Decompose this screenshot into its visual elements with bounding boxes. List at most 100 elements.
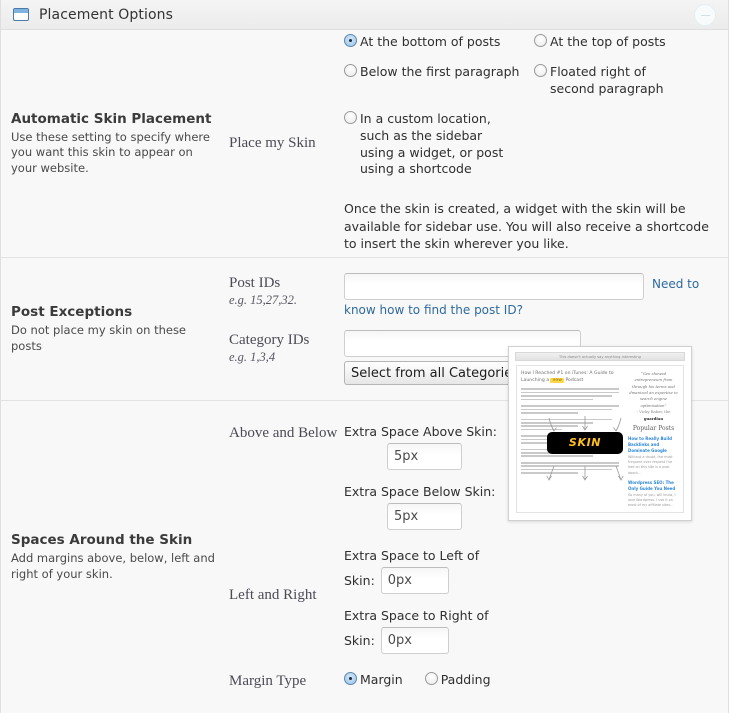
post-id-help-link-part1[interactable]: Need to xyxy=(652,277,726,291)
skin-placement-preview-image: This doesn't actually say anything inter… xyxy=(508,345,692,521)
radio-margin[interactable]: Margin xyxy=(344,671,403,689)
placement-body: Use these setting to specify where you w… xyxy=(11,129,210,175)
section-spaces-around-skin: Spaces Around the Skin Add margins above… xyxy=(1,345,728,713)
preview-quote-text: “Gen showed entrepreneurs from through h… xyxy=(629,370,678,408)
placement-note: Once the skin is created, a widget with … xyxy=(344,201,709,252)
preview-paragraph xyxy=(521,405,624,414)
extra-space-right-label2: Skin: xyxy=(344,632,375,648)
extra-space-right-label: Extra Space to Right of xyxy=(344,607,489,623)
section-automatic-skin-placement: Automatic Skin Placement Use these setti… xyxy=(1,30,728,258)
spaces-description: Spaces Around the Skin Add margins above… xyxy=(1,532,229,582)
left-right-fields: Extra Space to Left of Skin: Extra Space… xyxy=(344,548,504,654)
preview-post-item: Wordpress SEO: The Only Guide You Need S… xyxy=(628,480,679,508)
radio-floated-right-second-paragraph[interactable]: Floated right of second paragraph xyxy=(534,64,684,98)
page-title: Placement Options xyxy=(39,6,174,23)
radio-icon[interactable] xyxy=(344,34,357,48)
radio-icon[interactable] xyxy=(424,671,438,685)
preview-article-column: How I Reached #1 on iTunes: A Guide to L… xyxy=(521,371,628,507)
preview-paragraph xyxy=(521,388,624,401)
left-right-row: Left and Right Extra Space to Left of Sk… xyxy=(229,548,504,654)
placement-options-fields: At the bottom of posts At the top of pos… xyxy=(344,34,728,253)
radio-at-top-of-posts[interactable]: At the top of posts xyxy=(534,34,724,51)
extra-space-left-label: Extra Space to Left of xyxy=(344,547,480,563)
preview-quote-brand: guardian xyxy=(643,415,664,421)
radio-label: Below the first paragraph xyxy=(360,64,520,80)
exceptions-title: Post Exceptions xyxy=(11,303,133,320)
radio-custom-location[interactable]: In a custom location, such as the sideba… xyxy=(344,110,519,179)
extra-space-above-label: Extra Space Above Skin: xyxy=(344,423,498,439)
preview-headline-rest: Podcast xyxy=(565,377,584,383)
preview-topbar: This doesn't actually say anything inter… xyxy=(515,351,685,361)
spaces-body: Add margins above, below, left and right… xyxy=(11,550,215,581)
extra-space-left-row: Skin: xyxy=(344,566,504,594)
minus-circle-icon[interactable] xyxy=(694,4,716,26)
margin-type-row: Margin Type Margin Padding xyxy=(229,671,504,691)
post-id-help-link-part2[interactable]: know how to find the post ID? xyxy=(344,303,523,317)
spaces-controls: Above and Below Extra Space Above Skin: … xyxy=(229,424,504,691)
radio-icon[interactable] xyxy=(344,671,357,685)
preview-post-title: Wordpress SEO: The Only Guide You Need xyxy=(628,479,676,491)
preview-post-title: The Highest Converting Facebook Page Pos… xyxy=(628,512,679,513)
radio-icon[interactable] xyxy=(534,64,547,78)
radio-icon[interactable] xyxy=(534,34,547,48)
place-my-skin-label: Place my Skin xyxy=(229,135,316,151)
radio-label: Margin xyxy=(360,671,403,687)
radio-label: At the top of posts xyxy=(550,34,666,50)
left-right-label: Left and Right xyxy=(229,586,317,603)
placement-options-panel: Placement Options Automatic Skin Placeme… xyxy=(0,0,729,713)
extra-space-right-input[interactable] xyxy=(380,626,449,654)
extra-space-below-label: Extra Space Below Skin: xyxy=(344,483,496,499)
radio-label: At the bottom of posts xyxy=(360,34,501,50)
preview-headline-tag: new xyxy=(550,377,564,383)
preview-skin-block: SKIN xyxy=(547,431,623,454)
margin-type-options: Margin Padding xyxy=(344,671,491,689)
spaces-title: Spaces Around the Skin xyxy=(11,531,193,548)
extra-space-below-input[interactable] xyxy=(387,502,462,530)
window-icon xyxy=(13,8,29,21)
preview-post-title: How to Really Build Backlinks and Domina… xyxy=(628,436,672,454)
preview-popular-posts-title: Popular Posts xyxy=(632,425,675,433)
post-ids-input[interactable] xyxy=(344,273,644,300)
radio-label: In a custom location, such as the sideba… xyxy=(360,110,504,177)
radio-label: Floated right of second paragraph xyxy=(550,64,664,96)
category-ids-label: Category IDs xyxy=(229,332,310,348)
preview-post-item: The Highest Converting Facebook Page Pos… xyxy=(628,512,679,513)
radio-padding[interactable]: Padding xyxy=(424,671,491,689)
above-below-label: Above and Below xyxy=(229,424,338,441)
radio-label: Padding xyxy=(440,671,491,687)
extra-space-left-label2: Skin: xyxy=(344,572,375,588)
exceptions-description: Post Exceptions Do not place my skin on … xyxy=(1,304,229,354)
preview-headline: How I Reached #1 on iTunes: A Guide to L… xyxy=(521,371,624,385)
preview-quote-source: - Vicky Baker, the guardian xyxy=(628,409,679,422)
category-ids-example: e.g. 1,3,4 xyxy=(229,350,276,364)
placement-title: Automatic Skin Placement xyxy=(11,110,212,127)
exceptions-body: Do not place my skin on these posts xyxy=(11,322,187,353)
placement-description: Automatic Skin Placement Use these setti… xyxy=(1,111,229,177)
category-ids-label-group: Category IDs e.g. 1,3,4 xyxy=(229,330,344,365)
radio-below-first-paragraph[interactable]: Below the first paragraph xyxy=(344,64,534,98)
above-below-row: Above and Below Extra Space Above Skin: … xyxy=(229,424,504,530)
post-ids-row: Post IDs e.g. 15,27,32. Need to know how… xyxy=(229,273,728,317)
preview-quote: “Gen showed entrepreneurs from through h… xyxy=(628,371,679,423)
radio-icon[interactable] xyxy=(344,64,357,78)
spaces-fields: Above and Below Extra Space Above Skin: … xyxy=(229,345,728,691)
preview-post-item: How to Really Build Backlinks and Domina… xyxy=(628,436,679,475)
preview-body: How I Reached #1 on iTunes: A Guide to L… xyxy=(516,364,684,513)
preview-post-text: Without a doubt, the most frequent ever … xyxy=(628,455,673,475)
above-below-fields: Extra Space Above Skin: Extra Space Belo… xyxy=(344,424,504,530)
panel-header: Placement Options xyxy=(1,0,728,30)
preview-post-text: So many of you, will know, I love Wordpr… xyxy=(628,492,676,507)
post-ids-example: e.g. 15,27,32. xyxy=(229,293,298,307)
preview-quote-source-text: - Vicky Baker, the xyxy=(636,409,671,415)
radio-icon[interactable] xyxy=(344,110,357,124)
post-ids-input-wrap: Need to know how to find the post ID? xyxy=(344,273,726,317)
extra-space-right-row: Skin: xyxy=(344,626,504,654)
extra-space-above-input[interactable] xyxy=(387,442,462,470)
post-ids-label: Post IDs xyxy=(229,275,281,291)
extra-space-left-input[interactable] xyxy=(380,566,449,594)
placement-radio-grid: At the bottom of posts At the top of pos… xyxy=(344,34,724,178)
post-ids-label-group: Post IDs e.g. 15,27,32. xyxy=(229,273,344,308)
preview-sidebar-column: “Gen showed entrepreneurs from through h… xyxy=(628,371,679,507)
radio-at-bottom-of-posts[interactable]: At the bottom of posts xyxy=(344,34,534,51)
margin-type-label: Margin Type xyxy=(229,672,307,689)
